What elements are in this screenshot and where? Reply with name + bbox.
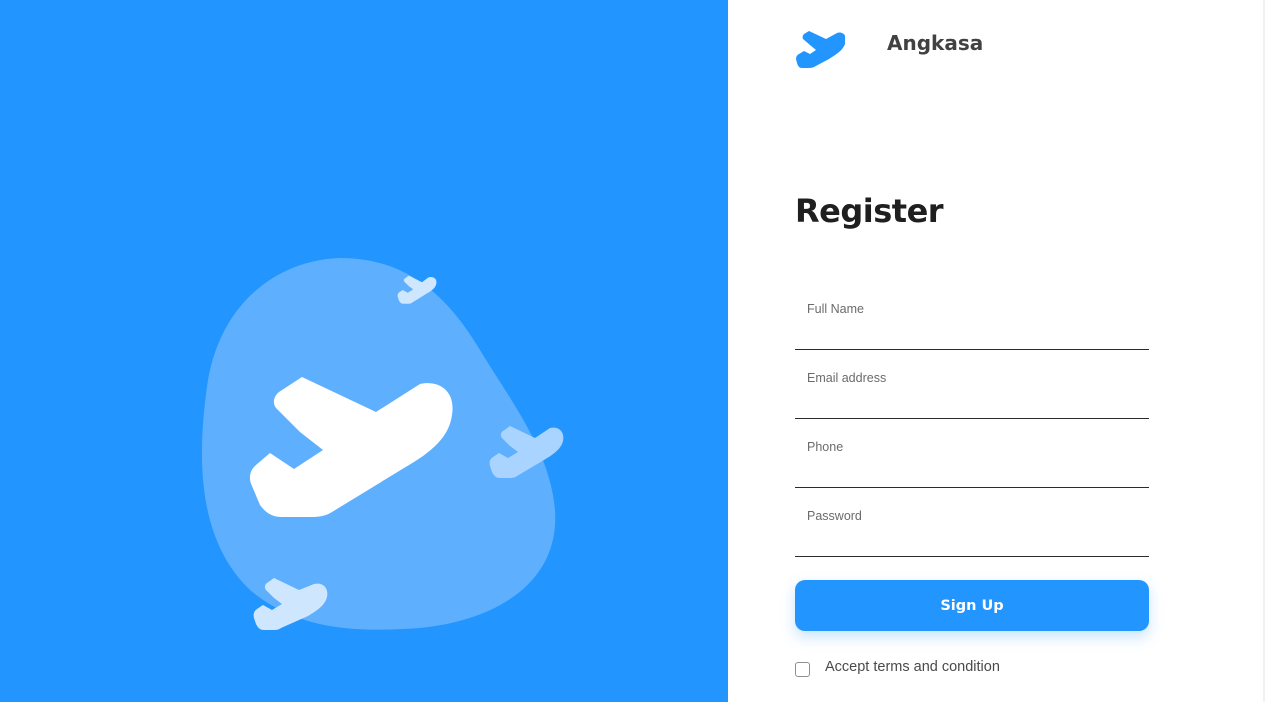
hero-panel xyxy=(0,0,728,702)
full-name-field[interactable] xyxy=(795,294,1149,350)
phone-input[interactable] xyxy=(795,432,1149,487)
terms-row[interactable]: Accept terms and condition xyxy=(795,656,1000,677)
plane-icon xyxy=(796,31,845,68)
password-input[interactable] xyxy=(795,501,1149,556)
register-panel: Angkasa Register Sign Up Accept terms an… xyxy=(728,0,1265,702)
brand[interactable]: Angkasa xyxy=(795,28,983,68)
terms-checkbox[interactable] xyxy=(795,662,810,677)
email-field[interactable] xyxy=(795,363,1149,419)
full-name-input[interactable] xyxy=(795,294,1149,349)
page-title: Register xyxy=(795,192,944,230)
terms-label[interactable]: Accept terms and condition xyxy=(825,659,1000,675)
password-field[interactable] xyxy=(795,501,1149,557)
plane-illustration xyxy=(201,258,564,630)
register-page: Angkasa Register Sign Up Accept terms an… xyxy=(0,0,1265,702)
brand-name: Angkasa xyxy=(887,31,984,55)
email-input[interactable] xyxy=(795,363,1149,418)
phone-field[interactable] xyxy=(795,432,1149,488)
sign-up-button[interactable]: Sign Up xyxy=(795,580,1149,631)
